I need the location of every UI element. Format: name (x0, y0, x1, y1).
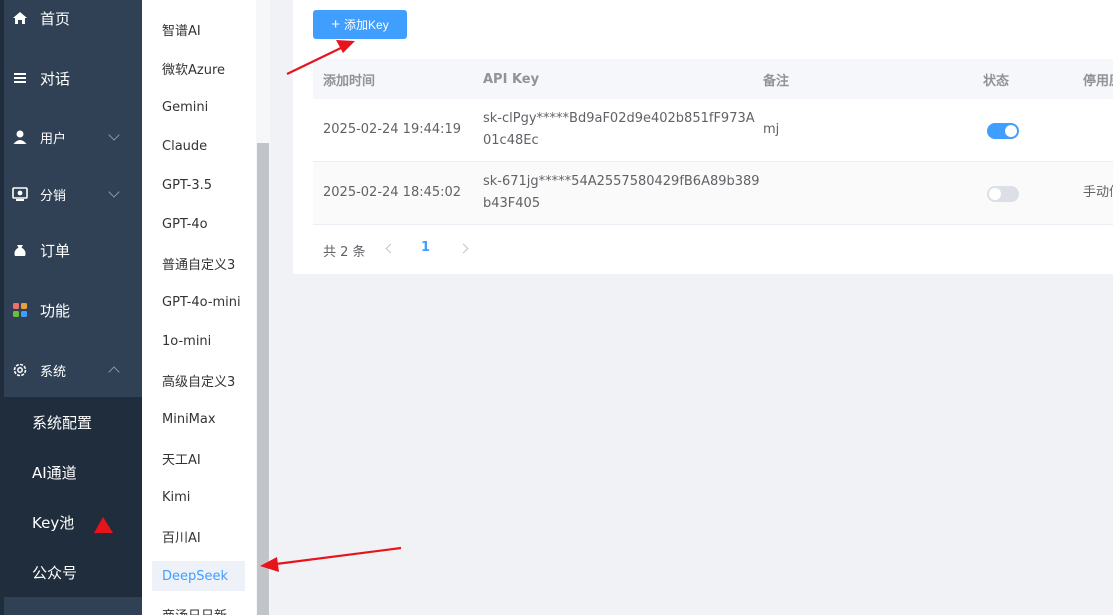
sidebar-item-label: 对话 (40, 69, 71, 88)
distribution-icon (12, 186, 28, 202)
provider-item[interactable]: 天工AI (152, 443, 245, 473)
provider-item[interactable]: Claude (152, 131, 245, 161)
cell-note: mj (763, 122, 780, 137)
submenu-item-system-config[interactable]: 系统配置 (4, 397, 142, 447)
provider-item[interactable]: 商汤日日新 (152, 599, 245, 615)
sidebar-item-label: 首页 (40, 9, 71, 28)
provider-item[interactable]: GPT-3.5 (152, 170, 245, 200)
sidebar-item-distribution[interactable]: 分销 (4, 166, 142, 222)
cell-api-key: sk-671jg*****54A2557580429fB6A89b389 b43… (483, 171, 760, 215)
add-key-button[interactable]: + 添加Key (313, 10, 407, 39)
money-bag-icon (12, 242, 28, 258)
provider-item[interactable]: GPT-4o-mini (152, 287, 245, 317)
provider-item[interactable]: MiniMax (152, 404, 245, 434)
submenu-item-ai-channel[interactable]: AI通道 (4, 447, 142, 497)
table-row[interactable]: 2025-02-24 19:44:19 sk-clPgy*****Bd9aF02… (313, 99, 1113, 162)
sidebar-item-chat[interactable]: 对话 (4, 50, 142, 106)
column-header-status[interactable]: 状态 (983, 59, 1009, 99)
chevron-up-icon (108, 366, 120, 378)
sidebar-item-features[interactable]: 功能 (4, 282, 142, 338)
gear-icon (12, 362, 28, 378)
chevron-down-icon (108, 129, 120, 141)
column-header-time[interactable]: 添加时间 (323, 59, 375, 99)
provider-item[interactable]: 微软Azure (152, 53, 245, 83)
pagination-page[interactable]: 1 (421, 240, 430, 255)
toggle-knob (1005, 125, 1017, 137)
cell-time: 2025-02-24 18:45:02 (323, 185, 462, 200)
cell-disable-reason: 手动停用 (1083, 185, 1113, 200)
toggle-knob (989, 188, 1001, 200)
provider-item[interactable]: Gemini (152, 92, 245, 122)
pagination-total: 共 2 条 (323, 244, 366, 260)
provider-list: 智谱AI 微软Azure Gemini Claude GPT-3.5 GPT-4… (142, 0, 256, 615)
annotation-arrow-deepseek (260, 546, 402, 572)
plus-icon: + (331, 16, 341, 33)
user-icon (12, 129, 28, 145)
submenu-item-label: 公众号 (32, 563, 78, 582)
sidebar-item-label: 分销 (40, 188, 67, 204)
sidebar-item-orders[interactable]: 订单 (4, 222, 142, 278)
sidebar-item-home[interactable]: 首页 (4, 0, 142, 46)
column-header-api-key[interactable]: API Key (483, 59, 539, 99)
submenu-item-label: Key池 (32, 513, 75, 532)
chevron-down-icon (108, 186, 120, 198)
api-key-line: sk-671jg*****54A2557580429fB6A89b389 (483, 174, 760, 189)
table-header: 添加时间 API Key 备注 状态 停用原因 (313, 59, 1113, 99)
provider-item[interactable]: Kimi (152, 482, 245, 512)
grid-icon (12, 302, 28, 318)
cell-api-key: sk-clPgy*****Bd9aF02d9e402b851fF973A 01c… (483, 108, 755, 152)
submenu-item-label: 系统配置 (32, 413, 93, 432)
provider-item[interactable]: 1o-mini (152, 326, 245, 356)
column-header-note[interactable]: 备注 (763, 59, 789, 99)
status-toggle[interactable] (987, 186, 1019, 202)
provider-item-active[interactable]: DeepSeek (152, 561, 245, 591)
provider-item[interactable]: 普通自定义3 (152, 248, 245, 278)
add-key-label: 添加Key (344, 18, 389, 32)
provider-item[interactable]: 高级自定义3 (152, 365, 245, 395)
table-row[interactable]: 2025-02-24 18:45:02 sk-671jg*****54A2557… (313, 162, 1113, 225)
main-sidebar: 首页 对话 用户 分销 订单 功能 系统 系统配置 AI通道 Key池 公众号 (0, 0, 142, 615)
api-key-line: sk-clPgy*****Bd9aF02d9e402b851fF973A (483, 111, 755, 126)
column-header-disable-reason[interactable]: 停用原因 (1083, 59, 1113, 99)
provider-item[interactable]: GPT-4o (152, 209, 245, 239)
sidebar-item-label: 订单 (40, 241, 71, 260)
sidebar-footer (4, 597, 142, 615)
cell-time: 2025-02-24 19:44:19 (323, 122, 462, 137)
provider-item[interactable]: 智谱AI (152, 14, 245, 44)
sidebar-item-label: 系统 (40, 364, 67, 380)
sidebar-item-label: 用户 (40, 131, 67, 147)
sidebar-item-users[interactable]: 用户 (4, 109, 142, 165)
provider-list-scrollbar-thumb[interactable] (257, 143, 269, 615)
api-key-line: b43F405 (483, 196, 541, 211)
provider-item[interactable]: 百川AI (152, 521, 245, 551)
sidebar-item-label: 功能 (40, 301, 71, 320)
list-icon (12, 70, 28, 86)
api-key-line: 01c48Ec (483, 133, 539, 148)
home-icon (12, 10, 28, 26)
submenu-item-label: AI通道 (32, 463, 77, 482)
status-toggle[interactable] (987, 123, 1019, 139)
submenu-item-key-pool[interactable]: Key池 (4, 497, 142, 547)
sidebar-item-system[interactable]: 系统 (4, 342, 142, 398)
submenu-item-official-account[interactable]: 公众号 (4, 547, 142, 597)
